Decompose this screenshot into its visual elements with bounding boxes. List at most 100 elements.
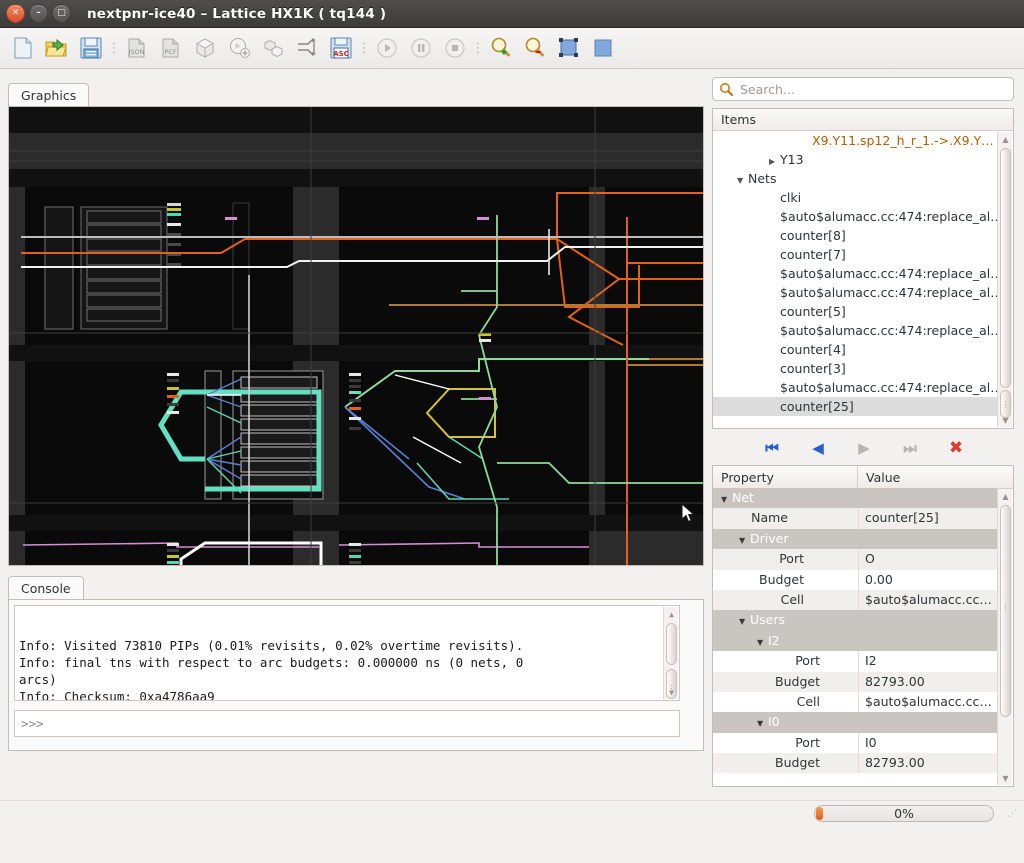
- search-bar[interactable]: Search...: [712, 77, 1014, 101]
- tree-item[interactable]: ▼Nets: [713, 169, 997, 188]
- chevron-down-icon[interactable]: ▼: [721, 490, 732, 508]
- property-table-scrollbar[interactable]: ▲ ⋮ ▼: [997, 489, 1012, 785]
- place-button[interactable]: [222, 31, 256, 65]
- property-row[interactable]: Budget0.00: [713, 570, 997, 590]
- chevron-down-icon[interactable]: ▼: [757, 714, 768, 732]
- window-title: nextpnr-ice40 – Lattice HX1K ( tq144 ): [71, 6, 1024, 22]
- nav-previous-button[interactable]: ◀: [808, 438, 828, 458]
- save-file-button[interactable]: [74, 31, 108, 65]
- property-row[interactable]: ▼I0: [713, 712, 997, 732]
- property-column-header: Property: [713, 466, 858, 488]
- open-file-button[interactable]: [40, 31, 74, 65]
- property-row[interactable]: Namecounter[25]: [713, 508, 997, 528]
- property-table-body[interactable]: ▼NetNamecounter[25]▼DriverPortOBudget0.0…: [713, 488, 997, 786]
- chevron-down-icon[interactable]: ▼: [737, 171, 748, 188]
- items-tree[interactable]: Items X9.Y11.sp12_h_r_1.->.X9.Y…▶Y13▼Net…: [712, 108, 1014, 429]
- stop-button[interactable]: [438, 31, 472, 65]
- load-json-button[interactable]: JSON: [120, 31, 154, 65]
- property-row[interactable]: ▼I2: [713, 631, 997, 651]
- minimize-window-button[interactable]: –: [29, 4, 48, 23]
- tree-item[interactable]: ▶Y13: [713, 150, 997, 169]
- property-value: O: [858, 549, 997, 569]
- scroll-down-icon[interactable]: ▼: [998, 413, 1013, 427]
- svg-text:ASC: ASC: [333, 50, 349, 58]
- zoom-in-button[interactable]: [484, 31, 518, 65]
- timing-button[interactable]: [290, 31, 324, 65]
- property-table[interactable]: Property Value ▼NetNamecounter[25]▼Drive…: [712, 465, 1014, 787]
- tree-item[interactable]: $auto$alumacc.cc:474:replace_al…: [713, 264, 997, 283]
- maximize-window-button[interactable]: □: [52, 4, 71, 23]
- zoom-out-button[interactable]: [518, 31, 552, 65]
- tree-item[interactable]: counter[5]: [713, 302, 997, 321]
- scroll-down-icon[interactable]: ▼: [998, 771, 1013, 785]
- resize-grip-icon[interactable]: ⋰: [1008, 810, 1020, 822]
- chevron-down-icon[interactable]: ▼: [739, 612, 750, 630]
- route-button[interactable]: [256, 31, 290, 65]
- zoom-selected-button[interactable]: [552, 31, 586, 65]
- items-tree-scrollbar[interactable]: ▲ ⋮ ▼: [997, 132, 1012, 427]
- load-pcf-icon: PCF: [158, 35, 184, 61]
- property-key: ▼I2: [713, 631, 858, 651]
- fpga-layout-canvas[interactable]: [8, 106, 704, 566]
- nav-first-button[interactable]: ⏮: [762, 438, 782, 458]
- write-asc-icon: ASC: [328, 35, 354, 61]
- items-tree-list[interactable]: X9.Y11.sp12_h_r_1.->.X9.Y…▶Y13▼Netsclki$…: [713, 131, 997, 428]
- property-key-label: Driver: [750, 531, 788, 546]
- new-file-button[interactable]: [6, 31, 40, 65]
- property-value: [858, 712, 997, 732]
- write-asc-button[interactable]: ASC: [324, 31, 358, 65]
- console-log[interactable]: Info: Visited 73810 PIPs (0.01% revisits…: [14, 605, 680, 701]
- scroll-thumb[interactable]: ⋮: [1000, 505, 1011, 717]
- close-window-button[interactable]: ✕: [6, 4, 25, 23]
- property-row[interactable]: Cell$auto$alumacc.cc…: [713, 692, 997, 712]
- scroll-down-icon[interactable]: ▼: [664, 685, 679, 699]
- scroll-up-icon[interactable]: ▲: [664, 607, 679, 621]
- scroll-up-icon[interactable]: ▲: [998, 132, 1013, 146]
- scroll-up-icon[interactable]: ▲: [998, 489, 1013, 503]
- nav-clear-button[interactable]: ✖: [946, 438, 966, 458]
- tree-item-label: counter[3]: [780, 361, 846, 376]
- pause-button[interactable]: [404, 31, 438, 65]
- property-row[interactable]: PortO: [713, 549, 997, 569]
- property-row[interactable]: ▼Net: [713, 488, 997, 508]
- property-row[interactable]: ▼Driver: [713, 529, 997, 549]
- property-row[interactable]: Budget82793.00: [713, 753, 997, 773]
- tree-item[interactable]: X9.Y11.sp12_h_r_1.->.X9.Y…: [713, 131, 997, 150]
- tab-console[interactable]: Console: [8, 576, 84, 600]
- property-row[interactable]: Cell$auto$alumacc.cc…: [713, 590, 997, 610]
- chevron-right-icon[interactable]: ▶: [769, 152, 780, 169]
- search-icon: [719, 82, 733, 96]
- nav-previous-icon: ◀: [812, 439, 824, 457]
- chevron-down-icon[interactable]: ▼: [739, 531, 750, 549]
- scroll-thumb[interactable]: [666, 623, 677, 665]
- tree-item[interactable]: clki: [713, 188, 997, 207]
- tree-item-label: Y13: [780, 152, 804, 167]
- scroll-thumb[interactable]: [1000, 148, 1011, 388]
- tree-item[interactable]: $auto$alumacc.cc:474:replace_al…: [713, 207, 997, 226]
- pack-button[interactable]: [188, 31, 222, 65]
- property-value: $auto$alumacc.cc…: [858, 590, 997, 610]
- graphics-tabstrip: Graphics: [8, 81, 706, 106]
- console-input[interactable]: >>>: [14, 710, 680, 737]
- chevron-down-icon[interactable]: ▼: [757, 633, 768, 651]
- property-key: Budget: [713, 570, 858, 590]
- property-row[interactable]: PortI0: [713, 733, 997, 753]
- tree-item[interactable]: counter[7]: [713, 245, 997, 264]
- tree-item[interactable]: $auto$alumacc.cc:474:replace_al…: [713, 283, 997, 302]
- tree-item[interactable]: $auto$alumacc.cc:474:replace_al…: [713, 378, 997, 397]
- console-log-scrollbar[interactable]: ▲ ⋮ ▼: [663, 607, 678, 699]
- property-row[interactable]: Budget82793.00: [713, 672, 997, 692]
- tree-item[interactable]: $auto$alumacc.cc:474:replace_al…: [713, 321, 997, 340]
- nav-first-icon: ⏮: [765, 439, 779, 457]
- tree-item[interactable]: counter[4]: [713, 340, 997, 359]
- tree-item[interactable]: counter[8]: [713, 226, 997, 245]
- zoom-outbound-button[interactable]: [586, 31, 620, 65]
- play-button[interactable]: [370, 31, 404, 65]
- tree-item-label: $auto$alumacc.cc:474:replace_al…: [780, 323, 997, 338]
- property-row[interactable]: PortI2: [713, 651, 997, 671]
- tab-graphics[interactable]: Graphics: [8, 83, 89, 107]
- load-pcf-button[interactable]: PCF: [154, 31, 188, 65]
- tree-item[interactable]: counter[3]: [713, 359, 997, 378]
- tree-item[interactable]: counter[25]: [713, 397, 997, 416]
- property-row[interactable]: ▼Users: [713, 610, 997, 630]
